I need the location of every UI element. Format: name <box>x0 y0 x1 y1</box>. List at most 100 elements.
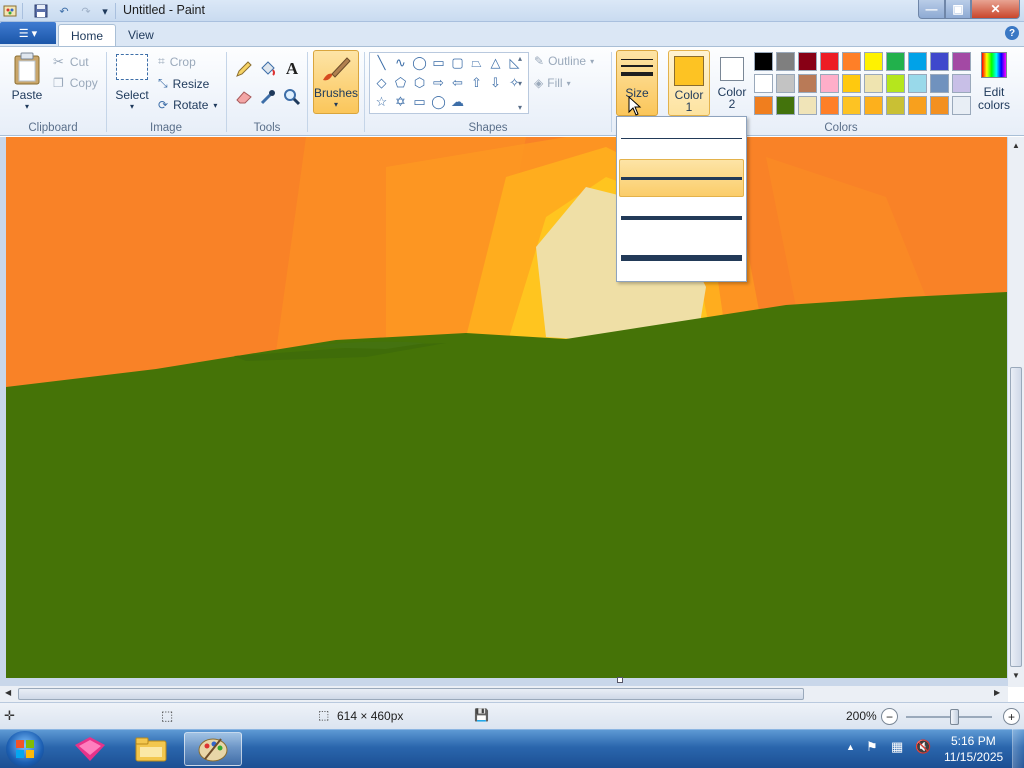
paint-menu-button[interactable]: ☰ ▾ <box>0 22 56 44</box>
fill-button[interactable]: ◈ Fill ▾ <box>534 76 571 90</box>
palette-swatch[interactable] <box>776 96 795 115</box>
zoom-slider-track[interactable] <box>906 716 992 718</box>
canvas-resize-handle[interactable] <box>617 677 623 683</box>
right-arrow-shape-icon[interactable]: ⇨ <box>429 74 448 92</box>
palette-swatch[interactable] <box>952 52 971 71</box>
up-arrow-shape-icon[interactable]: ⇧ <box>467 74 486 92</box>
palette-swatch[interactable] <box>930 52 949 71</box>
paste-button[interactable]: Paste ▾ <box>6 52 48 111</box>
palette-swatch[interactable] <box>886 52 905 71</box>
palette-swatch[interactable] <box>798 96 817 115</box>
palette-swatch[interactable] <box>886 96 905 115</box>
palette-swatch[interactable] <box>842 74 861 93</box>
diamond-shape-icon[interactable]: ◇ <box>372 74 391 92</box>
pentagon-shape-icon[interactable]: ⬠ <box>391 74 410 92</box>
volume-muted-icon[interactable]: 🔇 <box>915 739 931 755</box>
palette-swatch[interactable] <box>798 74 817 93</box>
network-icon[interactable]: ▦ <box>891 739 903 755</box>
palette-swatch[interactable] <box>908 74 927 93</box>
maximize-button[interactable]: ▣ <box>945 0 971 19</box>
eraser-tool[interactable] <box>233 86 255 108</box>
size-option-8px[interactable] <box>619 239 744 277</box>
vertical-scrollbar[interactable]: ▲ ▼ <box>1008 137 1024 687</box>
size-option-1px[interactable] <box>619 119 744 157</box>
oval-shape-icon[interactable]: ◯ <box>410 54 429 72</box>
palette-swatch[interactable] <box>930 96 949 115</box>
curve-shape-icon[interactable]: ∿ <box>391 54 410 72</box>
down-arrow-shape-icon[interactable]: ⇩ <box>486 74 505 92</box>
color2-button[interactable]: Color 2 <box>712 50 752 116</box>
rectangle-shape-icon[interactable]: ▭ <box>429 54 448 72</box>
show-hidden-icons-icon[interactable]: ▲ <box>846 742 855 752</box>
select-button[interactable]: Select ▾ <box>112 54 152 111</box>
palette-swatch[interactable] <box>754 74 773 93</box>
redo-icon[interactable]: ↷ <box>78 3 94 19</box>
palette-swatch[interactable] <box>930 74 949 93</box>
palette-swatch[interactable] <box>864 52 883 71</box>
palette-swatch[interactable] <box>908 52 927 71</box>
cut-button[interactable]: ✂ Cut <box>53 54 89 70</box>
palette-swatch[interactable] <box>820 74 839 93</box>
horizontal-scrollbar[interactable]: ◀ ▶ <box>0 686 1008 702</box>
resize-button[interactable]: ⤡ Resize <box>158 76 209 91</box>
rounded-rectangle-shape-icon[interactable]: ▢ <box>448 54 467 72</box>
save-icon[interactable] <box>33 3 49 19</box>
start-button[interactable] <box>6 731 44 767</box>
scroll-left-icon[interactable]: ◀ <box>5 688 11 697</box>
palette-swatch[interactable] <box>842 96 861 115</box>
palette-swatch[interactable] <box>820 52 839 71</box>
action-center-icon[interactable]: ⚑ <box>866 739 878 755</box>
rotate-button[interactable]: ⟳ Rotate ▾ <box>158 98 217 112</box>
hexagon-shape-icon[interactable]: ⬡ <box>410 74 429 92</box>
close-button[interactable]: ✕ <box>971 0 1020 19</box>
palette-swatch[interactable] <box>908 96 927 115</box>
shapes-expand-icon[interactable]: ▾ <box>518 103 522 112</box>
palette-swatch[interactable] <box>952 96 971 115</box>
triangle-shape-icon[interactable]: △ <box>486 54 505 72</box>
palette-swatch[interactable] <box>952 74 971 93</box>
crop-button[interactable]: ⌗ Crop <box>158 54 196 69</box>
palette-swatch[interactable] <box>776 74 795 93</box>
palette-swatch[interactable] <box>842 52 861 71</box>
show-desktop-button[interactable] <box>1012 729 1024 768</box>
clock-time[interactable]: 5:16 PM <box>951 734 996 748</box>
six-point-star-shape-icon[interactable]: ✡ <box>391 93 410 111</box>
zoom-out-button[interactable]: − <box>881 708 898 725</box>
palette-swatch[interactable] <box>886 74 905 93</box>
brushes-button[interactable]: Brushes ▾ <box>313 50 359 114</box>
five-point-star-shape-icon[interactable]: ☆ <box>372 93 391 111</box>
taskbar-file-explorer[interactable] <box>123 732 178 766</box>
shapes-scroll[interactable]: ▴ ▾ ▾ <box>514 54 526 112</box>
zoom-slider-thumb[interactable] <box>950 709 959 725</box>
shapes-scroll-up-icon[interactable]: ▴ <box>518 54 522 63</box>
scroll-up-icon[interactable]: ▲ <box>1012 141 1020 150</box>
color1-button[interactable]: Color 1 <box>668 50 710 116</box>
zoom-in-button[interactable]: + <box>1003 708 1020 725</box>
tab-home[interactable]: Home <box>58 24 117 46</box>
palette-swatch[interactable] <box>776 52 795 71</box>
clock-date[interactable]: 11/15/2025 <box>944 750 1003 764</box>
palette-swatch[interactable] <box>754 96 773 115</box>
customize-quick-access-icon[interactable]: ▾ <box>97 3 113 19</box>
shapes-scroll-down-icon[interactable]: ▾ <box>518 79 522 88</box>
undo-icon[interactable]: ↶ <box>56 3 72 19</box>
fill-tool[interactable] <box>257 58 279 80</box>
palette-swatch[interactable] <box>820 96 839 115</box>
cloud-callout-shape-icon[interactable]: ☁ <box>448 93 467 111</box>
color-picker-tool[interactable] <box>257 86 279 108</box>
scroll-right-icon[interactable]: ▶ <box>994 688 1000 697</box>
tab-view[interactable]: View <box>116 24 166 46</box>
paint-app-icon[interactable] <box>2 3 18 19</box>
oval-callout-shape-icon[interactable]: ◯ <box>429 93 448 111</box>
size-option-5px[interactable] <box>619 199 744 237</box>
pencil-tool[interactable] <box>233 58 255 80</box>
line-shape-icon[interactable]: ╲ <box>372 54 391 72</box>
drawing-canvas[interactable] <box>6 137 1007 678</box>
scroll-down-icon[interactable]: ▼ <box>1012 671 1020 680</box>
taskbar-app-1[interactable] <box>62 732 117 766</box>
left-arrow-shape-icon[interactable]: ⇦ <box>448 74 467 92</box>
taskbar-paint[interactable] <box>184 732 242 766</box>
palette-swatch[interactable] <box>798 52 817 71</box>
minimize-button[interactable]: — <box>918 0 945 19</box>
palette-swatch[interactable] <box>754 52 773 71</box>
